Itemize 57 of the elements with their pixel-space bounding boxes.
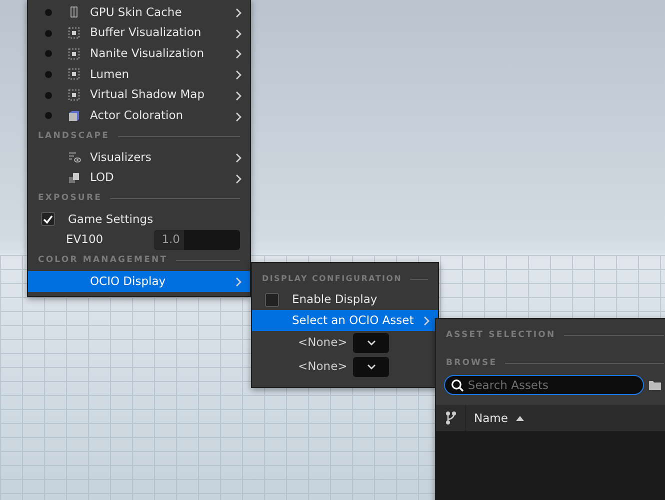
chevron-icon (235, 152, 242, 163)
radio-dot[interactable] (44, 92, 52, 99)
checkbox-label: Enable Display (292, 291, 378, 308)
folder-icon (648, 379, 662, 392)
dropdown-button[interactable] (353, 333, 390, 354)
combo-value: <None> (298, 334, 348, 352)
menu-item[interactable]: GPU Skin Cache (28, 2, 250, 23)
stacked-squares-icon (68, 172, 80, 184)
dotted-square-icon (68, 68, 80, 80)
chevron-icon (235, 174, 242, 184)
section-header: ASSET SELECTION (446, 328, 556, 342)
menu-item[interactable]: Virtual Shadow Map (28, 84, 250, 106)
menu-item[interactable]: Lumen (28, 64, 250, 85)
chevron-icon (235, 70, 242, 80)
chevron-icon (235, 8, 242, 18)
radio-dot[interactable] (44, 8, 52, 16)
cube-icon (68, 110, 80, 122)
field-label: EV100 (66, 231, 104, 248)
search-field[interactable]: Search Assets (444, 375, 644, 396)
menu-item[interactable]: Actor Coloration (28, 105, 250, 126)
search-icon (451, 378, 464, 392)
caret-icon (366, 364, 376, 370)
dotted-square-icon (68, 27, 80, 40)
chevron-icon (235, 90, 242, 101)
radio-dot[interactable] (44, 50, 52, 58)
checkbox-label: Game Settings (68, 210, 154, 228)
chevron-icon (235, 277, 242, 287)
combo-value: <None> (298, 358, 348, 376)
branch-icon (444, 411, 456, 426)
search-input[interactable]: Search Assets (468, 376, 637, 394)
section-header: DISPLAY CONFIGURATION (262, 273, 402, 286)
number-field[interactable]: 1.0 (154, 230, 240, 250)
menu-item[interactable]: Nanite Visualization (28, 43, 250, 64)
dotted-square-icon (68, 89, 80, 102)
menu-item[interactable]: Visualizers (28, 146, 250, 168)
chevron-icon (235, 49, 242, 60)
menu-item[interactable]: OCIO Display (28, 270, 250, 292)
dotted-square-icon (68, 48, 80, 60)
section-header: COLOR MANAGEMENT (38, 254, 168, 267)
section-header: BROWSE (446, 356, 498, 370)
menu-item[interactable]: Select an OCIO Asset (252, 310, 438, 332)
radio-dot[interactable] (44, 112, 52, 120)
radio-dot[interactable] (44, 70, 52, 78)
chevron-icon (235, 112, 242, 122)
menu-item[interactable]: Buffer Visualization (28, 22, 250, 44)
column-header[interactable]: Name (466, 410, 524, 427)
chevron-icon (423, 316, 430, 326)
menu-item[interactable]: LOD (28, 168, 250, 188)
checkbox[interactable] (41, 212, 55, 226)
list-eye-icon (68, 151, 81, 164)
checkbox[interactable] (265, 293, 279, 308)
radio-dot[interactable] (44, 30, 52, 37)
section-header: EXPOSURE (38, 192, 102, 205)
section-header: LANDSCAPE (38, 130, 110, 143)
caret-icon (366, 340, 376, 346)
dropdown-button[interactable] (353, 357, 390, 378)
chevron-icon (235, 28, 242, 39)
